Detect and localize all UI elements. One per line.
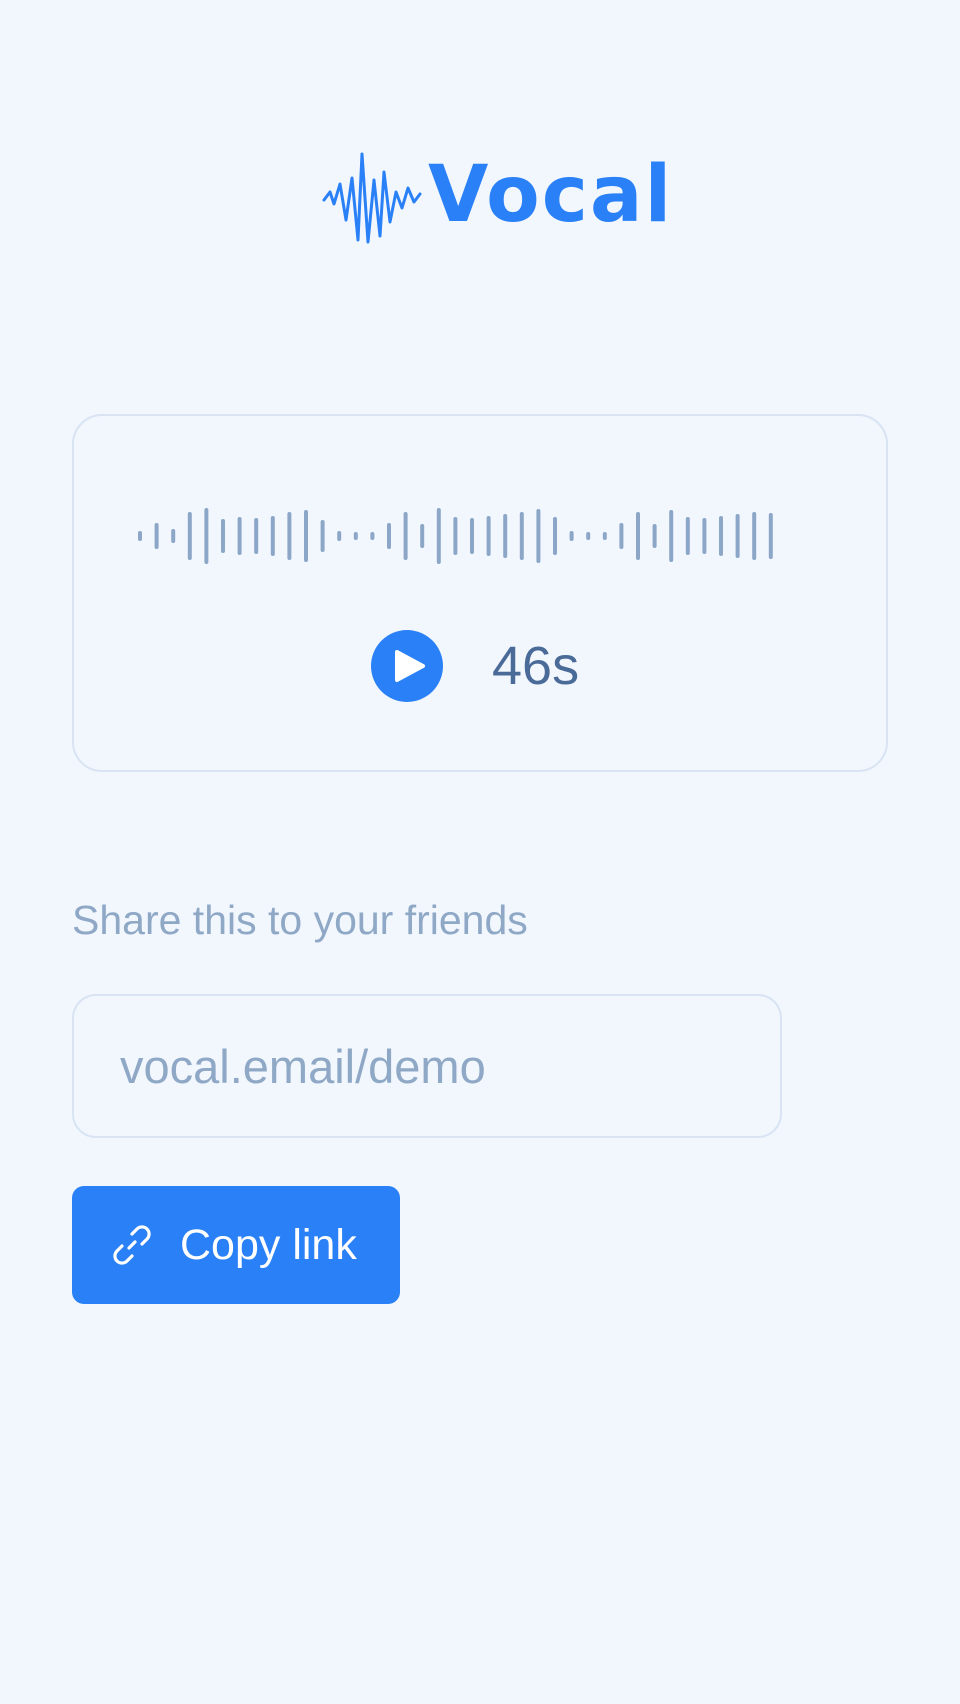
play-icon (395, 650, 425, 682)
link-icon (113, 1225, 151, 1265)
copy-link-button[interactable]: Copy link (72, 1186, 400, 1304)
play-button[interactable] (371, 630, 443, 702)
copy-link-label: Copy link (180, 1221, 357, 1269)
waveform-icon (138, 508, 773, 564)
soundwave-icon (322, 152, 422, 244)
audio-player-card: 46s (72, 414, 888, 772)
audio-duration: 46s (492, 636, 580, 696)
brand-logo: Vocal (322, 150, 673, 246)
share-label: Share this to your friends (72, 897, 528, 943)
share-link-field[interactable] (72, 994, 782, 1138)
brand-name: Vocal (428, 150, 674, 240)
